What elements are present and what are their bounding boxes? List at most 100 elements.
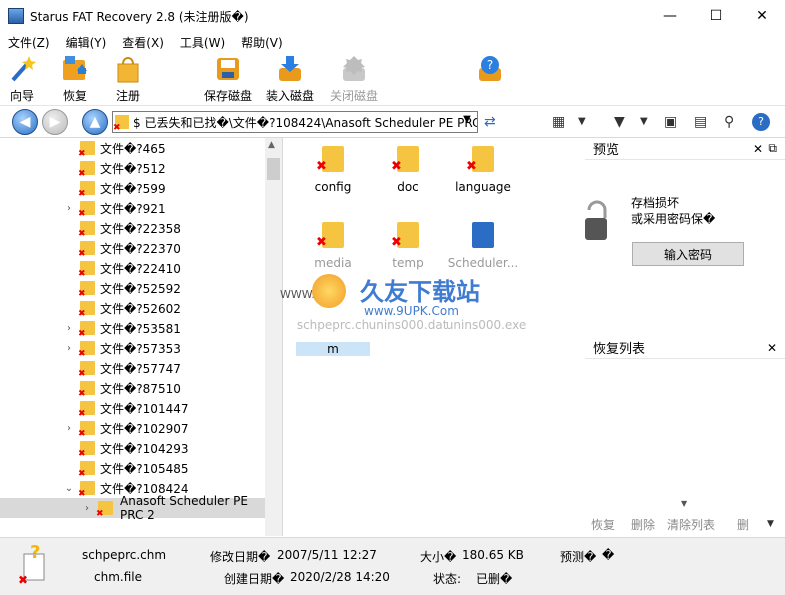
tree-item[interactable]: 文件�?22358	[0, 218, 265, 239]
tree-item-label: 文件�?22370	[100, 241, 181, 256]
path-field[interactable]: $ 已丢失和已找�\文件�?108424\Anasoft Scheduler P…	[112, 111, 478, 133]
watermark-name: 久友下载站	[360, 278, 480, 306]
menu-help[interactable]: 帮助(V)	[233, 34, 291, 51]
tree-item[interactable]: › 文件�?53581	[0, 318, 265, 339]
search-icon[interactable]: ⚲	[724, 114, 734, 130]
tree-item[interactable]: 文件�?512	[0, 158, 265, 179]
enter-password-button[interactable]: 输入密码	[632, 242, 744, 266]
file-name: config	[314, 180, 352, 194]
refresh-icon[interactable]: ⇄	[484, 114, 496, 130]
size-value: 180.65 KB	[462, 548, 524, 562]
recovery-list-panel: 恢复列表 ✕ ▼ 恢复 删除 清除列表 删 ▼	[585, 337, 785, 536]
scroll-thumb[interactable]	[267, 158, 280, 180]
filter-dropdown-icon[interactable]: ▼	[640, 116, 648, 127]
tree-item[interactable]: 文件�?465	[0, 138, 265, 159]
recover-action[interactable]: 恢复	[591, 516, 615, 533]
file-item[interactable]: doc	[371, 146, 445, 194]
watermark-url: www.9UPK.Com	[364, 304, 459, 318]
back-button[interactable]: ◀	[12, 109, 38, 135]
delete-action[interactable]: 删除	[631, 516, 655, 533]
tree-scrollbar[interactable]: ▲	[265, 138, 282, 536]
app-icon	[8, 8, 24, 24]
load-disk-button[interactable]: 装入磁盘	[260, 54, 320, 104]
wizard-label: 向导	[9, 89, 34, 103]
recover-button[interactable]: 恢复	[45, 54, 105, 104]
tree-item[interactable]: 文件�?101447	[0, 398, 265, 419]
file-item[interactable]: config	[296, 146, 370, 194]
chevron-right-icon[interactable]: ›	[82, 503, 92, 514]
preview-pane-icon[interactable]: ▣	[664, 114, 677, 130]
save-disk-icon	[217, 58, 239, 80]
tree-item-label: 文件�?57353	[100, 341, 181, 356]
view-mode-icon[interactable]: ▦	[552, 114, 565, 130]
tree-item[interactable]: › 文件�?57353	[0, 338, 265, 359]
magic-wand-icon	[11, 56, 36, 82]
chevron-right-icon[interactable]: ›	[64, 323, 74, 334]
tree-item-child[interactable]: › Anasoft Scheduler PE PRC 2	[0, 494, 265, 522]
deleted-folder-icon	[78, 381, 95, 399]
scroll-up-icon[interactable]: ▲	[268, 140, 275, 150]
tree-item[interactable]: 文件�?22370	[0, 238, 265, 259]
menu-edit[interactable]: 编辑(Y)	[58, 34, 115, 51]
forward-button[interactable]: ▶	[42, 109, 68, 135]
deleted-folder-icon	[113, 115, 129, 132]
scroll-down-icon[interactable]: ▼	[681, 499, 687, 508]
close-button[interactable]: ✕	[739, 0, 785, 32]
tree-item[interactable]: 文件�?87510	[0, 378, 265, 399]
tree-item[interactable]: › 文件�?102907	[0, 418, 265, 439]
minimize-button[interactable]: —	[647, 0, 693, 32]
menu-tools[interactable]: 工具(W)	[172, 34, 233, 51]
tree-item[interactable]: › 文件�?921	[0, 198, 265, 219]
file-name: language	[455, 180, 511, 194]
chevron-right-icon[interactable]: ›	[64, 203, 74, 214]
deleted-folder-icon	[78, 241, 95, 259]
register-label: 注册	[115, 89, 140, 103]
chevron-right-icon[interactable]: ›	[64, 343, 74, 354]
help-circle-icon[interactable]: ?	[752, 113, 770, 131]
created-value: 2020/2/28 14:20	[290, 570, 390, 584]
arrow-right-icon: ▶	[49, 114, 61, 130]
help-button[interactable]: ?	[460, 54, 520, 84]
tree-item[interactable]: 文件�?52602	[0, 298, 265, 319]
tree-item[interactable]: 文件�?52592	[0, 278, 265, 299]
menu-view[interactable]: 查看(X)	[114, 34, 172, 51]
close-disk-icon	[343, 56, 365, 81]
modified-value: 2007/5/11 12:27	[277, 548, 377, 562]
clear-list-action[interactable]: 清除列表	[667, 516, 715, 533]
close-disk-label: 关闭磁盘	[329, 89, 378, 103]
close-disk-button[interactable]: 关闭磁盘	[324, 54, 384, 104]
deleted-folder-icon	[316, 146, 344, 174]
chevron-down-icon[interactable]: ⌄	[64, 483, 74, 494]
tree-item-label: 文件�?22410	[100, 261, 181, 276]
preview-title: 预览	[593, 143, 620, 158]
undock-icon[interactable]: ⧉	[768, 141, 777, 156]
close-icon[interactable]: ✕	[767, 341, 777, 355]
deleted-folder-icon	[78, 301, 95, 319]
close-icon[interactable]: ✕	[753, 142, 763, 156]
tree-item[interactable]: 文件�?57747	[0, 358, 265, 379]
tree-item[interactable]: 文件�?105485	[0, 458, 265, 479]
save-icon[interactable]: ▤	[694, 114, 707, 130]
up-button[interactable]: ▲	[82, 109, 108, 135]
chevron-down-icon[interactable]: ▼	[767, 519, 774, 529]
more-action[interactable]: 删	[737, 516, 749, 533]
view-dropdown-icon[interactable]: ▼	[578, 116, 586, 127]
save-disk-button[interactable]: 保存磁盘	[198, 54, 258, 104]
tree-item[interactable]: 文件�?22410	[0, 258, 265, 279]
deleted-folder-icon	[78, 461, 95, 479]
status-filename: schpeprc.chm	[82, 548, 167, 562]
deleted-folder-icon	[78, 141, 95, 159]
tree-item[interactable]: 文件�?104293	[0, 438, 265, 459]
tree-item[interactable]: 文件�?599	[0, 178, 265, 199]
chevron-down-icon[interactable]: ▼	[459, 114, 475, 130]
chevron-right-icon[interactable]: ›	[64, 423, 74, 434]
deleted-folder-icon	[78, 281, 95, 299]
file-item-selected[interactable]: m	[296, 334, 370, 356]
file-item[interactable]: language	[446, 146, 520, 194]
filter-icon[interactable]: ▼	[614, 114, 625, 130]
address-bar: ◀ ▶ ▲ $ 已丢失和已找�\文件�?108424\Anasoft Sched…	[0, 106, 785, 138]
menu-file[interactable]: 文件(Z)	[0, 34, 58, 51]
deleted-folder-icon	[78, 221, 95, 239]
register-button[interactable]: 注册	[98, 54, 158, 104]
maximize-button[interactable]: ☐	[693, 0, 739, 32]
